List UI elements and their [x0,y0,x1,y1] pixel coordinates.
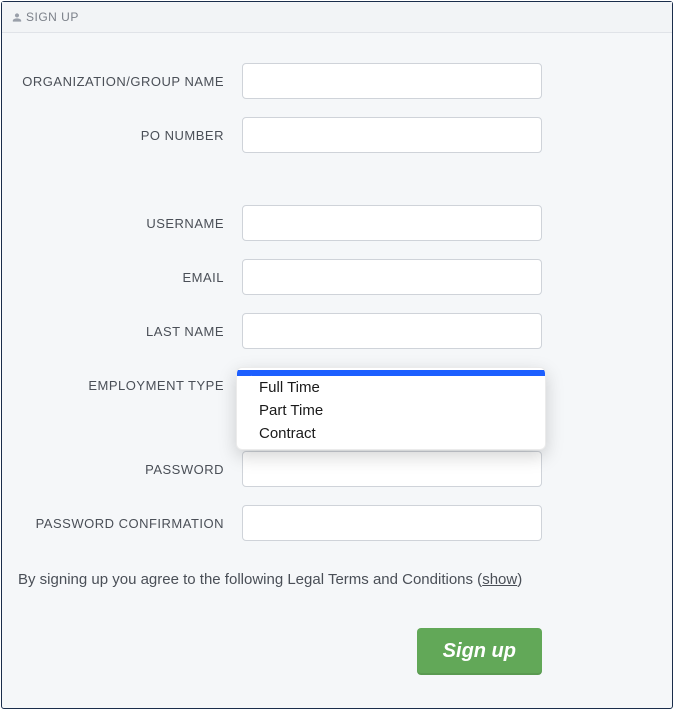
row-email: EMAIL [12,259,642,295]
label-email: EMAIL [12,270,242,285]
dropdown-option-full-time[interactable]: Full Time [237,376,545,399]
label-password: PASSWORD [12,462,242,477]
terms-prefix: By signing up you agree to the following… [18,571,482,588]
user-icon [12,12,22,23]
label-po-number: PO NUMBER [12,128,242,143]
row-password-conf: PASSWORD CONFIRMATION [12,505,642,541]
input-password-conf[interactable] [242,505,542,541]
label-employment-type: EMPLOYMENT TYPE [12,378,242,393]
signup-button[interactable]: Sign up [417,628,542,675]
label-org-name: ORGANIZATION/GROUP NAME [12,74,242,89]
panel-body: ORGANIZATION/GROUP NAME PO NUMBER USERNA… [2,33,672,708]
terms-suffix: ) [517,571,522,588]
panel-header: SIGN UP [2,2,672,33]
input-email[interactable] [242,259,542,295]
row-po-number: PO NUMBER [12,117,642,153]
label-username: USERNAME [12,216,242,231]
row-username: USERNAME [12,205,642,241]
signup-panel: SIGN UP ORGANIZATION/GROUP NAME PO NUMBE… [1,1,673,709]
label-last-name: LAST NAME [12,324,242,339]
terms-show-link[interactable]: show [482,571,517,588]
dropdown-option-contract[interactable]: Contract [237,422,545,445]
input-password[interactable] [242,451,542,487]
button-row: Sign up [12,628,642,675]
terms-text: By signing up you agree to the following… [12,571,642,588]
row-employment-type: EMPLOYMENT TYPE Full Time Part Time Cont… [12,367,642,403]
label-password-conf: PASSWORD CONFIRMATION [12,516,242,531]
input-po-number[interactable] [242,117,542,153]
input-last-name[interactable] [242,313,542,349]
panel-title: SIGN UP [26,10,79,24]
row-org-name: ORGANIZATION/GROUP NAME [12,63,642,99]
row-last-name: LAST NAME [12,313,642,349]
row-password: PASSWORD [12,451,642,487]
dropdown-option-part-time[interactable]: Part Time [237,399,545,422]
input-username[interactable] [242,205,542,241]
dropdown-employment-type: Full Time Part Time Contract [236,367,546,450]
input-org-name[interactable] [242,63,542,99]
